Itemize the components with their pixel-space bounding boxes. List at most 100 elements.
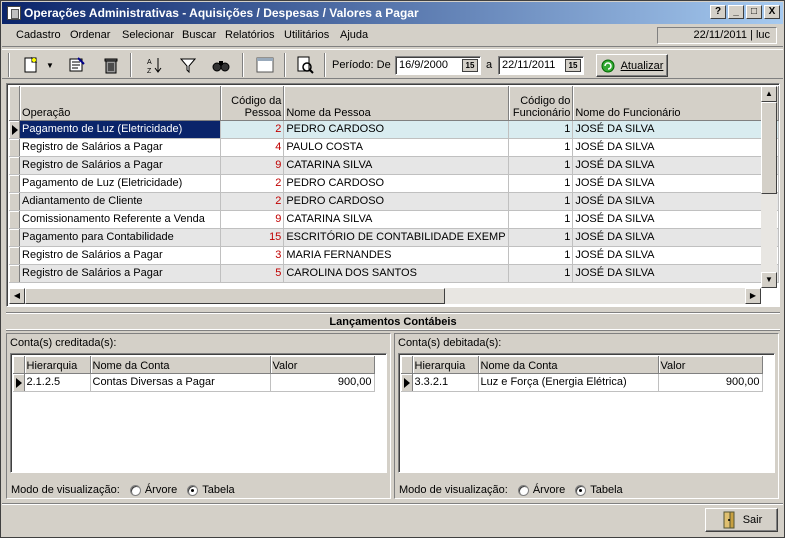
scroll-left-icon[interactable]: ◀: [9, 288, 25, 304]
debit-view-mode: Modo de visualização: Árvore Tabela: [399, 484, 623, 496]
help-button[interactable]: ?: [710, 5, 726, 19]
current-row-arrow-icon: [12, 124, 18, 135]
col-operacao[interactable]: Operação: [19, 86, 221, 121]
exit-door-icon: [723, 511, 735, 529]
vertical-scrollbar[interactable]: ▲ ▼: [761, 86, 777, 288]
radio-arvore-label: Árvore: [532, 484, 566, 496]
operations-table: Operação Código da Pessoa Nome da Pessoa…: [9, 86, 779, 283]
menu-relatorios[interactable]: Relatórios: [225, 29, 275, 41]
svg-text:A: A: [147, 59, 152, 66]
lancamentos-title: Lançamentos Contábeis: [6, 312, 780, 330]
menu-ajuda[interactable]: Ajuda: [340, 29, 368, 41]
horizontal-scrollbar[interactable]: ◀ ▶: [9, 288, 761, 304]
header-indicator: [9, 86, 21, 121]
menu-buscar[interactable]: Buscar: [182, 29, 216, 41]
date-to-value: 22/11/2011: [502, 59, 556, 71]
date-to-field[interactable]: 22/11/2011 15: [498, 56, 584, 75]
minimize-button[interactable]: _: [728, 5, 744, 19]
preview-icon[interactable]: [294, 54, 316, 76]
window-title: Operações Administrativas - Aquisições /…: [24, 6, 419, 20]
sair-label: Sair: [742, 514, 763, 526]
scroll-right-icon[interactable]: ▶: [745, 288, 761, 304]
table-row[interactable]: Registro de Salários a Pagar 3 MARIA FER…: [9, 246, 779, 265]
calendar-icon[interactable]: 15: [565, 59, 581, 72]
credit-grid[interactable]: Hierarquia Nome da Conta Valor 2.1.2.5 C…: [10, 353, 387, 473]
title-bar: Operações Administrativas - Aquisições /…: [2, 2, 783, 24]
radio-tabela[interactable]: [187, 484, 199, 496]
calendar-icon[interactable]: 15: [462, 59, 478, 72]
close-button[interactable]: X: [764, 5, 780, 19]
operations-grid[interactable]: Operação Código da Pessoa Nome da Pessoa…: [6, 83, 780, 307]
atualizar-label: Atualizar: [620, 59, 664, 72]
col-nome-conta[interactable]: Nome da Conta: [478, 356, 659, 374]
current-row-arrow-icon: [404, 377, 410, 388]
find-icon[interactable]: [210, 54, 232, 76]
table-row[interactable]: Pagamento de Luz (Eletricidade) 2 PEDRO …: [9, 120, 779, 139]
col-hierarquia[interactable]: Hierarquia: [24, 356, 91, 374]
sort-icon[interactable]: AZ: [144, 54, 166, 76]
toolbar: ▼ AZ Período: De 16/9/2000 15 a 22/11/20…: [2, 49, 783, 79]
menu-selecionar[interactable]: Selecionar: [122, 29, 174, 41]
mode-label: Modo de visualização:: [399, 484, 508, 496]
table-row[interactable]: Pagamento de Luz (Eletricidade) 2 PEDRO …: [9, 174, 779, 193]
col-valor[interactable]: Valor: [270, 356, 375, 374]
filter-icon[interactable]: [177, 54, 199, 76]
table-row[interactable]: Adiantamento de Cliente 2 PEDRO CARDOSO …: [9, 192, 779, 211]
view-icon[interactable]: [254, 54, 276, 76]
vertical-scroll-thumb[interactable]: [761, 102, 777, 194]
radio-arvore[interactable]: [129, 484, 141, 496]
horizontal-scroll-thumb[interactable]: [25, 288, 445, 304]
menu-utilitarios[interactable]: Utilitários: [284, 29, 329, 41]
edit-icon[interactable]: [66, 54, 88, 76]
menu-cadastro[interactable]: Cadastro: [16, 29, 61, 41]
menu-bar: Cadastro Ordenar Selecionar Buscar Relat…: [2, 25, 783, 47]
main-window: Operações Administrativas - Aquisições /…: [0, 0, 785, 538]
col-nome-pessoa[interactable]: Nome da Pessoa: [283, 86, 509, 121]
col-nome-conta[interactable]: Nome da Conta: [90, 356, 271, 374]
table-row[interactable]: 2.1.2.5 Contas Diversas a Pagar 900,00: [13, 373, 375, 392]
footer-separator: [2, 503, 783, 505]
scroll-up-icon[interactable]: ▲: [761, 86, 777, 102]
table-row[interactable]: Registro de Salários a Pagar 4 PAULO COS…: [9, 138, 779, 157]
table-row[interactable]: 3.3.2.1 Luz e Força (Energia Elétrica) 9…: [401, 373, 763, 392]
table-row[interactable]: Registro de Salários a Pagar 9 CATARINA …: [9, 156, 779, 175]
debit-table: Hierarquia Nome da Conta Valor 3.3.2.1 L…: [401, 356, 763, 392]
radio-arvore-label: Árvore: [144, 484, 178, 496]
date-from-field[interactable]: 16/9/2000 15: [395, 56, 481, 75]
col-codigo-funcionario[interactable]: Código do Funcionário: [508, 86, 574, 121]
menu-ordenar[interactable]: Ordenar: [70, 29, 110, 41]
current-row-arrow-icon: [16, 377, 22, 388]
table-row[interactable]: Pagamento para Contabilidade 15 ESCRITÓR…: [9, 228, 779, 247]
dropdown-arrow-icon[interactable]: ▼: [44, 54, 56, 76]
atualizar-button[interactable]: Atualizar: [596, 54, 668, 77]
table-row[interactable]: Comissionamento Referente a Venda 9 CATA…: [9, 210, 779, 229]
credit-view-mode: Modo de visualização: Árvore Tabela: [11, 484, 235, 496]
delete-icon[interactable]: [100, 54, 122, 76]
radio-tabela[interactable]: [575, 484, 587, 496]
table-row[interactable]: Registro de Salários a Pagar 5 CAROLINA …: [9, 264, 779, 283]
periodo-label: Período: De: [332, 59, 391, 71]
radio-arvore[interactable]: [517, 484, 529, 496]
debit-grid[interactable]: Hierarquia Nome da Conta Valor 3.3.2.1 L…: [398, 353, 775, 473]
new-icon[interactable]: [20, 54, 42, 76]
mode-label: Modo de visualização:: [11, 484, 120, 496]
sair-button[interactable]: Sair: [705, 508, 778, 532]
a-label: a: [486, 59, 493, 71]
radio-tabela-label: Tabela: [202, 484, 235, 496]
credit-label: Conta(s) creditada(s):: [10, 337, 117, 349]
credit-panel: Conta(s) creditada(s): Hierarquia Nome d…: [6, 333, 391, 499]
col-hierarquia[interactable]: Hierarquia: [412, 356, 479, 374]
date-from-value: 16/9/2000: [399, 59, 448, 71]
debit-panel: Conta(s) debitada(s): Hierarquia Nome da…: [394, 333, 779, 499]
status-date-user: 22/11/2011 | luc: [657, 27, 777, 44]
refresh-icon: [601, 59, 615, 72]
maximize-button[interactable]: □: [746, 5, 762, 19]
svg-text:Z: Z: [147, 68, 152, 74]
scroll-down-icon[interactable]: ▼: [761, 272, 777, 288]
col-codigo-pessoa[interactable]: Código da Pessoa: [220, 86, 285, 121]
app-icon: [7, 6, 21, 20]
col-nome-funcionario[interactable]: Nome do Funcionário: [572, 86, 766, 121]
radio-tabela-label: Tabela: [590, 484, 623, 496]
credit-table: Hierarquia Nome da Conta Valor 2.1.2.5 C…: [13, 356, 375, 392]
col-valor[interactable]: Valor: [658, 356, 763, 374]
